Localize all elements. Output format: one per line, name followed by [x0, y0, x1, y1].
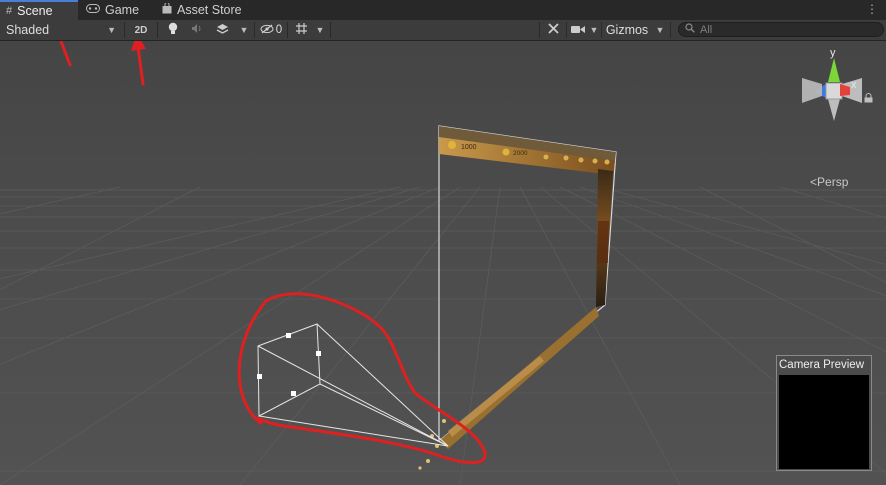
scene-visibility-toggle[interactable]: 0 — [257, 20, 285, 40]
toggle-2d-button[interactable]: 2D — [129, 20, 153, 40]
search-icon — [685, 23, 695, 36]
scene-camera-dropdown[interactable]: ▼ — [588, 20, 600, 40]
draw-mode-dropdown[interactable]: Shaded ▼ — [2, 20, 120, 40]
eye-slash-icon — [260, 23, 274, 37]
chevron-down-icon: ▼ — [315, 25, 325, 35]
draw-mode-label: Shaded — [6, 23, 50, 37]
chevron-down-icon: ▼ — [239, 25, 249, 35]
grid-snap-icon — [295, 22, 308, 38]
gamepad-icon — [86, 4, 100, 16]
axis-x-label: x — [851, 79, 857, 91]
perspective-icon: < — [810, 175, 818, 189]
tools-icon — [547, 22, 560, 38]
projection-label: Persp — [817, 175, 849, 189]
tools-button[interactable] — [542, 20, 564, 40]
layers-icon — [216, 23, 229, 38]
tab-scene[interactable]: # Scene — [0, 0, 78, 20]
audio-toggle[interactable] — [185, 20, 209, 40]
gizmos-dropdown[interactable]: ▼ — [652, 20, 668, 40]
chevron-down-icon: ▼ — [589, 25, 599, 35]
effects-toggle[interactable] — [210, 20, 234, 40]
axis-y-label: y — [830, 47, 836, 59]
lock-icon[interactable] — [864, 93, 873, 105]
tab-game[interactable]: Game — [80, 0, 150, 20]
camera-preview-screen — [779, 375, 869, 469]
tab-label: Game — [105, 3, 140, 17]
tab-asset-store[interactable]: Asset Store — [156, 0, 252, 20]
camera-preview-title: Camera Preview — [779, 359, 864, 371]
lighting-toggle[interactable] — [161, 20, 185, 40]
projection-toggle[interactable]: <Persp — [810, 175, 848, 189]
chevron-down-icon: ▼ — [107, 25, 116, 35]
grid-icon: # — [6, 5, 13, 17]
chevron-down-icon: ▼ — [655, 25, 665, 35]
search-placeholder: All — [700, 23, 713, 36]
grid-dropdown[interactable]: ▼ — [312, 20, 328, 40]
gizmos-button[interactable]: Gizmos — [603, 20, 651, 40]
canvas-gem-value: 2000 — [513, 150, 528, 157]
camera-preview-panel: Camera Preview — [776, 355, 872, 471]
shopping-bag-icon — [162, 2, 172, 17]
hidden-count: 0 — [275, 24, 283, 36]
window-tab-bar: # Scene Game Asset Store ⋮ — [0, 0, 886, 21]
more-options-icon[interactable]: ⋮ — [866, 2, 878, 16]
grid-toggle[interactable] — [290, 20, 312, 40]
scene-camera-button[interactable] — [569, 20, 587, 40]
canvas-coin-value: 1000 — [461, 144, 477, 151]
effects-dropdown[interactable]: ▼ — [236, 20, 252, 40]
speaker-icon — [191, 23, 203, 37]
lightbulb-icon — [168, 22, 178, 38]
scene-viewport[interactable]: 1000 2000 y x <Persp Camera Preview — [0, 41, 886, 485]
gizmos-label: Gizmos — [605, 23, 649, 37]
tab-label: Asset Store — [177, 3, 242, 17]
toggle-2d-label: 2D — [134, 24, 148, 36]
search-input[interactable]: All — [678, 22, 884, 37]
scene-render: 1000 2000 y x — [0, 41, 886, 485]
tab-label: Scene — [17, 4, 53, 18]
video-camera-icon — [571, 23, 585, 37]
